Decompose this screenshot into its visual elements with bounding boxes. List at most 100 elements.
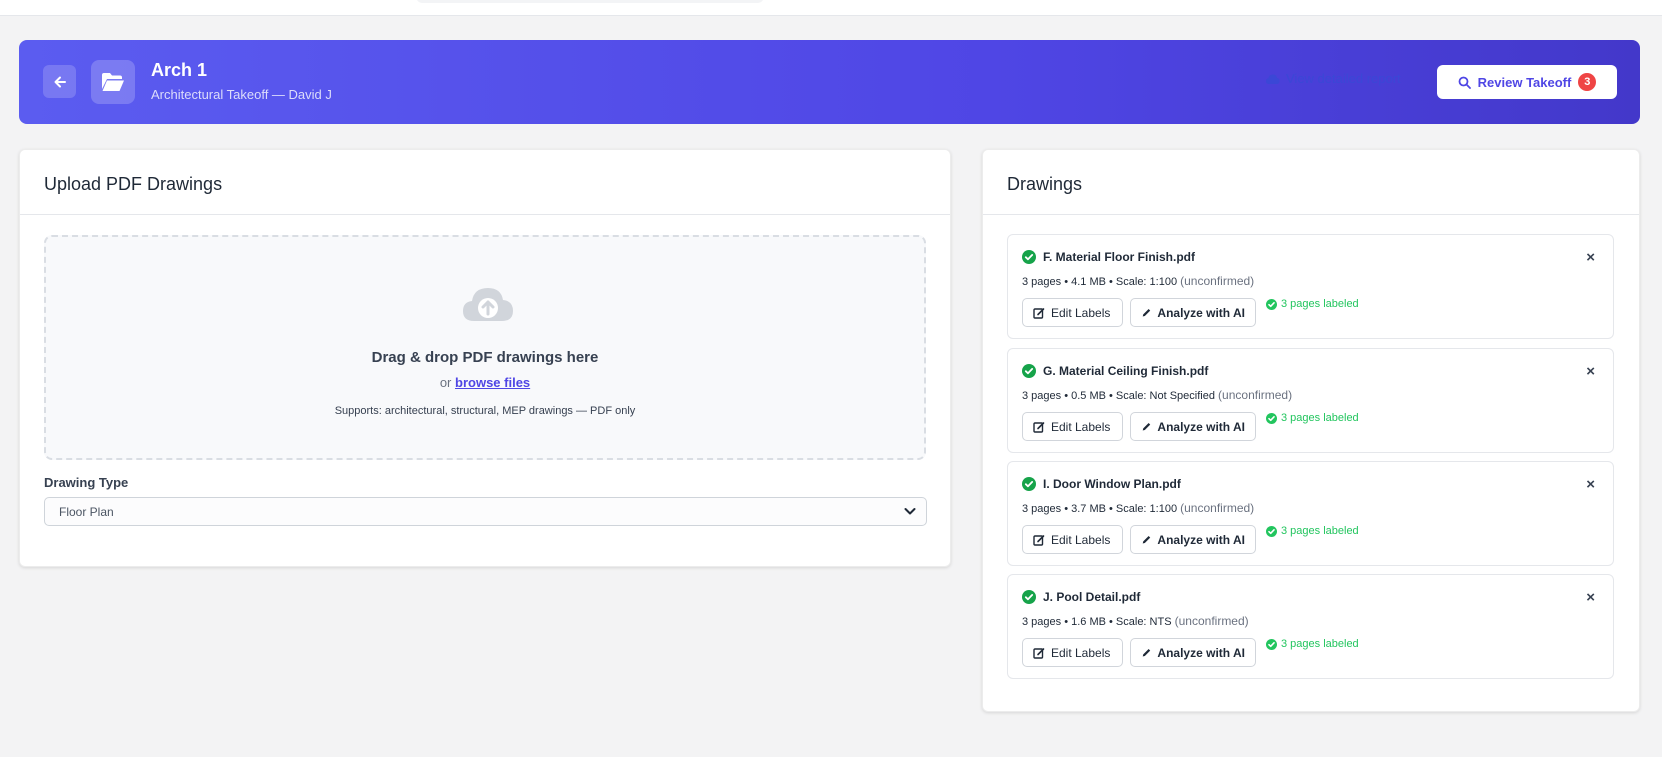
pencil-icon xyxy=(1142,535,1151,543)
project-subtitle: Architectural Takeoff — David J xyxy=(151,87,332,102)
drawing-meta: 3 pages • 3.7 MB • Scale: 1:100 (unconfi… xyxy=(1022,501,1254,515)
check-circle-icon xyxy=(1022,477,1036,491)
close-icon: × xyxy=(1586,589,1595,606)
drawing-item: F. Material Floor Finish.pdf 3 pages • 4… xyxy=(1007,234,1614,339)
drawing-type-value: Floor Plan xyxy=(59,505,114,519)
edit-labels-button[interactable]: Edit Labels xyxy=(1022,298,1123,327)
analyze-ai-label: Analyze with AI xyxy=(1157,305,1245,320)
detailed-report-label: View detailed report xyxy=(1286,71,1401,86)
dropzone-or-text: or xyxy=(439,375,452,390)
review-count-badge: 3 xyxy=(1578,73,1597,91)
pages-labeled-status: 3 pages labeled xyxy=(1266,525,1359,537)
back-button[interactable] xyxy=(43,65,76,98)
drawing-meta: 3 pages • 1.6 MB • Scale: NTS (unconfirm… xyxy=(1022,614,1249,628)
arrow-left-icon xyxy=(54,76,66,87)
analyze-ai-label: Analyze with AI xyxy=(1157,532,1245,547)
pdf-dropzone[interactable]: Drag & drop PDF drawings here or browse … xyxy=(44,235,926,460)
drawing-filename: F. Material Floor Finish.pdf xyxy=(1043,250,1196,264)
drawing-name: J. Pool Detail.pdf xyxy=(1022,590,1140,604)
check-circle-icon xyxy=(1266,525,1277,537)
edit-labels-label: Edit Labels xyxy=(1051,532,1111,547)
folder-open-icon xyxy=(102,73,124,91)
analyze-ai-label: Analyze with AI xyxy=(1157,419,1245,434)
drawing-filename: J. Pool Detail.pdf xyxy=(1043,590,1141,604)
project-title: Arch 1 xyxy=(151,60,208,80)
cloud-icon xyxy=(1266,74,1280,84)
drawing-meta-text: 3 pages • 4.1 MB • Scale: 1:100 xyxy=(1022,276,1178,288)
pages-labeled-status: 3 pages labeled xyxy=(1266,298,1359,310)
review-takeoff-button[interactable]: Review Takeoff 3 xyxy=(1437,65,1617,99)
drawing-name: F. Material Floor Finish.pdf xyxy=(1022,250,1195,264)
close-icon: × xyxy=(1586,476,1595,493)
edit-labels-button[interactable]: Edit Labels xyxy=(1022,638,1123,667)
chevron-down-icon xyxy=(904,508,916,515)
pencil-icon xyxy=(1142,308,1151,316)
analyze-ai-button[interactable]: Analyze with AI xyxy=(1130,298,1256,327)
remove-drawing-button[interactable]: × xyxy=(1586,476,1595,493)
drawing-meta: 3 pages • 0.5 MB • Scale: Not Specified … xyxy=(1022,388,1292,402)
drawing-name: I. Door Window Plan.pdf xyxy=(1022,477,1181,491)
drawing-filename: I. Door Window Plan.pdf xyxy=(1043,477,1181,491)
folder-badge xyxy=(91,60,135,104)
review-takeoff-label: Review Takeoff xyxy=(1477,74,1572,90)
pages-labeled-text: 3 pages labeled xyxy=(1281,298,1359,310)
drawing-meta-text: 3 pages • 1.6 MB • Scale: NTS xyxy=(1022,616,1172,628)
check-circle-icon xyxy=(1266,298,1277,310)
scale-status: (unconfirmed) xyxy=(1180,501,1255,515)
edit-labels-button[interactable]: Edit Labels xyxy=(1022,525,1123,554)
check-circle-icon xyxy=(1022,364,1036,378)
pages-labeled-text: 3 pages labeled xyxy=(1281,412,1359,424)
edit-labels-button[interactable]: Edit Labels xyxy=(1022,412,1123,441)
drawings-card: Drawings F. Material Floor Finish.pdf 3 … xyxy=(982,149,1640,712)
edit-icon xyxy=(1033,307,1045,319)
check-circle-icon xyxy=(1022,250,1036,264)
browse-files-link[interactable]: browse files xyxy=(455,375,530,390)
drawing-meta-text: 3 pages • 3.7 MB • Scale: 1:100 xyxy=(1022,503,1178,515)
remove-drawing-button[interactable]: × xyxy=(1586,363,1595,380)
dropzone-note: Supports: architectural, structural, MEP… xyxy=(334,405,636,417)
drawing-type-label: Drawing Type xyxy=(44,475,129,490)
drawing-type-select[interactable]: Floor Plan xyxy=(44,497,927,526)
cloud-upload-icon xyxy=(463,288,513,321)
detailed-report-link[interactable]: View detailed report xyxy=(1265,71,1401,86)
drawing-meta-text: 3 pages • 0.5 MB • Scale: Not Specified xyxy=(1022,390,1215,402)
drawing-item: J. Pool Detail.pdf 3 pages • 1.6 MB • Sc… xyxy=(1007,574,1614,679)
edit-icon xyxy=(1033,534,1045,546)
analyze-ai-button[interactable]: Analyze with AI xyxy=(1130,525,1256,554)
dropzone-title: Drag & drop PDF drawings here xyxy=(371,349,599,366)
pencil-icon xyxy=(1142,648,1151,656)
check-circle-icon xyxy=(1266,638,1277,650)
drawing-item: G. Material Ceiling Finish.pdf 3 pages •… xyxy=(1007,348,1614,453)
scale-status: (unconfirmed) xyxy=(1174,614,1249,628)
search-bar[interactable] xyxy=(416,0,764,3)
pages-labeled-text: 3 pages labeled xyxy=(1281,525,1359,537)
remove-drawing-button[interactable]: × xyxy=(1586,589,1595,606)
analyze-ai-button[interactable]: Analyze with AI xyxy=(1130,412,1256,441)
pencil-icon xyxy=(1142,422,1151,430)
pages-labeled-status: 3 pages labeled xyxy=(1266,412,1359,424)
edit-icon xyxy=(1033,647,1045,659)
scale-status: (unconfirmed) xyxy=(1218,388,1293,402)
check-circle-icon xyxy=(1266,412,1277,424)
check-circle-icon xyxy=(1022,590,1036,604)
pages-labeled-status: 3 pages labeled xyxy=(1266,638,1359,650)
close-icon: × xyxy=(1586,249,1595,266)
drawings-card-title: Drawings xyxy=(983,150,1639,215)
upload-card: Upload PDF Drawings Drag & drop PDF draw… xyxy=(19,149,951,567)
close-icon: × xyxy=(1586,363,1595,380)
edit-labels-label: Edit Labels xyxy=(1051,419,1111,434)
scale-status: (unconfirmed) xyxy=(1180,274,1255,288)
analyze-ai-button[interactable]: Analyze with AI xyxy=(1130,638,1256,667)
drawing-filename: G. Material Ceiling Finish.pdf xyxy=(1043,364,1209,378)
dropzone-browse-line: or browse files xyxy=(46,375,924,390)
top-bar xyxy=(0,0,1662,16)
remove-drawing-button[interactable]: × xyxy=(1586,249,1595,266)
upload-card-title: Upload PDF Drawings xyxy=(20,150,950,215)
analyze-ai-label: Analyze with AI xyxy=(1157,645,1245,660)
drawing-item: I. Door Window Plan.pdf 3 pages • 3.7 MB… xyxy=(1007,461,1614,566)
drawing-meta: 3 pages • 4.1 MB • Scale: 1:100 (unconfi… xyxy=(1022,274,1254,288)
search-icon xyxy=(1458,76,1471,89)
edit-labels-label: Edit Labels xyxy=(1051,305,1111,320)
edit-icon xyxy=(1033,421,1045,433)
edit-labels-label: Edit Labels xyxy=(1051,645,1111,660)
